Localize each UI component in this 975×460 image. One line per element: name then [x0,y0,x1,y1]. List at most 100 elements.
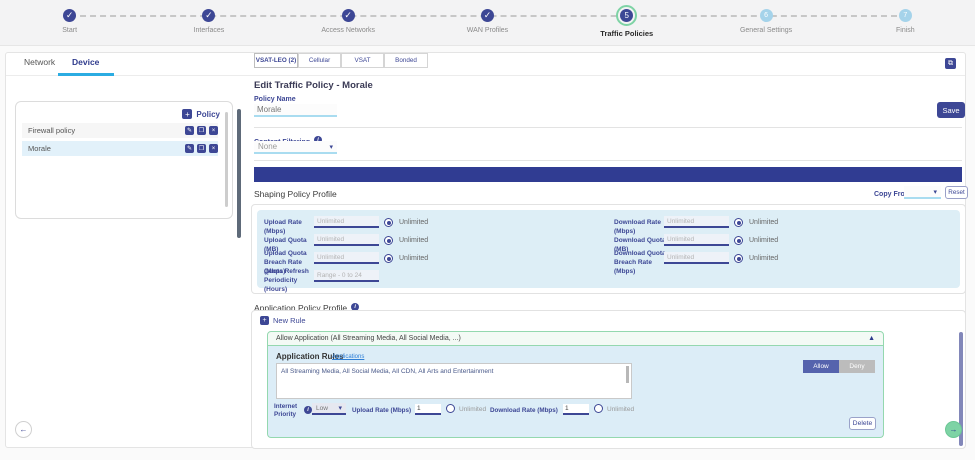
copy-from-select[interactable]: ▾ [904,186,941,199]
step-label: General Settings [740,27,792,34]
deny-toggle-button[interactable]: Deny [839,360,875,373]
quota-refresh-input[interactable] [314,270,379,282]
rule-applications-textarea[interactable]: All Streaming Media, All Social Media, A… [276,363,632,399]
upload-rate-input[interactable] [314,216,379,228]
active-tab-underline [58,73,114,76]
info-icon[interactable]: i [304,406,312,414]
save-button[interactable]: Save [937,102,965,118]
internet-priority-label: Internet Priority [274,403,300,419]
rule-download-rate-input[interactable] [563,404,589,415]
step-interfaces[interactable]: ✓ Interfaces [139,0,278,45]
download-quota-input[interactable] [664,234,729,246]
rule-upload-unlimited-radio[interactable] [446,404,455,413]
policy-name-label: Policy Name [254,96,296,103]
main-content-card: Network Device ⧉ + Policy Firewall polic… [5,52,966,448]
upload-quota-input[interactable] [314,234,379,246]
policy-name: Morale [28,144,51,153]
reset-button[interactable]: Reset [945,186,968,199]
step-label: Traffic Policies [600,29,653,38]
tab-vsat[interactable]: VSAT [341,53,384,68]
tab-cellular[interactable]: Cellular [298,53,341,68]
page-title: Edit Traffic Policy - Morale [254,80,373,91]
step-traffic-policies-active[interactable]: 5 Traffic Policies [557,0,696,45]
application-rules-container: + New Rule Allow Application (All Stream… [251,310,966,449]
tab-bonded[interactable]: Bonded [384,53,428,68]
chevron-down-icon: ▾ [933,188,937,196]
unlimited-label: Unlimited [459,406,486,413]
rule-upload-rate-input[interactable] [415,404,441,415]
plus-icon: + [260,316,269,325]
textarea-scrollbar[interactable] [626,366,629,383]
shaping-profile-container: Upload Rate (Mbps) Unlimited Upload Quot… [251,204,966,294]
step-label: Access Networks [321,27,375,34]
content-filtering-value: None [258,142,277,151]
collapse-icon[interactable]: ▲ [868,335,875,342]
rule-download-unlimited-radio[interactable] [594,404,603,413]
step-label: Interfaces [194,27,225,34]
editor-scrollbar[interactable] [237,109,241,238]
download-breach-rate-input[interactable] [664,252,729,264]
tab-device[interactable]: Device [72,57,99,67]
policy-row-morale-selected[interactable]: Morale ✎ ❐ × [22,141,218,156]
back-arrow-icon: ← [20,425,28,434]
expand-icon[interactable]: ⧉ [945,58,956,69]
wizard-stepper: ✓ Start ✓ Interfaces ✓ Access Networks ✓… [0,0,975,46]
rule-card: Allow Application (All Streaming Media, … [267,331,884,438]
content-filtering-select[interactable]: None ▾ [254,141,337,154]
rule-download-rate-label: Download Rate (Mbps) [490,407,558,415]
step-finish[interactable]: 7 Finish [836,0,975,45]
download-quota-unlimited-radio[interactable] [734,236,743,245]
policy-row-firewall[interactable]: Firewall policy ✎ ❐ × [22,123,218,138]
rule-header[interactable]: Allow Application (All Streaming Media, … [267,331,884,346]
step-number: 7 [899,9,912,22]
edit-icon[interactable]: ✎ [185,144,194,153]
allow-toggle-button[interactable]: Allow [803,360,839,373]
rule-header-text: Allow Application (All Streaming Media, … [276,335,461,342]
edit-icon[interactable]: ✎ [185,126,194,135]
add-policy-button[interactable]: + Policy [182,109,220,119]
applications-link[interactable]: Applications [332,354,364,360]
traffic-policy-wizard-page: ✓ Start ✓ Interfaces ✓ Access Networks ✓… [0,0,975,460]
delete-icon[interactable]: × [209,144,218,153]
priority-select[interactable]: Low ▾ [312,403,346,415]
check-icon: ✓ [202,9,215,22]
rule-body: Application Rules Applications All Strea… [267,346,884,438]
step-general-settings[interactable]: 6 General Settings [696,0,835,45]
unlimited-label: Unlimited [399,255,428,262]
next-button[interactable]: → [945,421,962,438]
rule-applications-text: All Streaming Media, All Social Media, A… [281,368,493,375]
download-breach-unlimited-radio[interactable] [734,254,743,263]
new-rule-label: New Rule [273,316,306,325]
upload-breach-unlimited-radio[interactable] [384,254,393,263]
upload-quota-unlimited-radio[interactable] [384,236,393,245]
upload-breach-rate-input[interactable] [314,252,379,264]
upload-rate-unlimited-radio[interactable] [384,218,393,227]
tab-network[interactable]: Network [24,57,55,67]
unlimited-label: Unlimited [749,237,778,244]
policy-panel-scrollbar[interactable] [225,112,228,207]
unlimited-label: Unlimited [749,219,778,226]
check-icon: ✓ [481,9,494,22]
upload-rate-label: Upload Rate (Mbps) [264,219,314,237]
duplicate-icon[interactable]: ❐ [197,126,206,135]
step-access-networks[interactable]: ✓ Access Networks [279,0,418,45]
delete-icon[interactable]: × [209,126,218,135]
step-label: Start [62,27,77,34]
policy-list-panel: + Policy Firewall policy ✎ ❐ × Morale ✎ … [15,101,233,219]
step-start[interactable]: ✓ Start [0,0,139,45]
step-wan-profiles[interactable]: ✓ WAN Profiles [418,0,557,45]
policy-name-input[interactable] [254,104,337,117]
back-button[interactable]: ← [15,421,32,438]
tab-vsat-leo[interactable]: VSAT-LEO (2) [254,53,298,68]
step-label: Finish [896,27,915,34]
download-rate-input[interactable] [664,216,729,228]
new-rule-button[interactable]: + New Rule [260,316,306,325]
check-icon: ✓ [63,9,76,22]
duplicate-icon[interactable]: ❐ [197,144,206,153]
delete-rule-button[interactable]: Delete [849,417,876,430]
divider [254,160,962,161]
active-step-ring: 5 [616,5,637,26]
step-label: WAN Profiles [467,27,508,34]
download-rate-unlimited-radio[interactable] [734,218,743,227]
chevron-down-icon: ▾ [338,404,342,412]
